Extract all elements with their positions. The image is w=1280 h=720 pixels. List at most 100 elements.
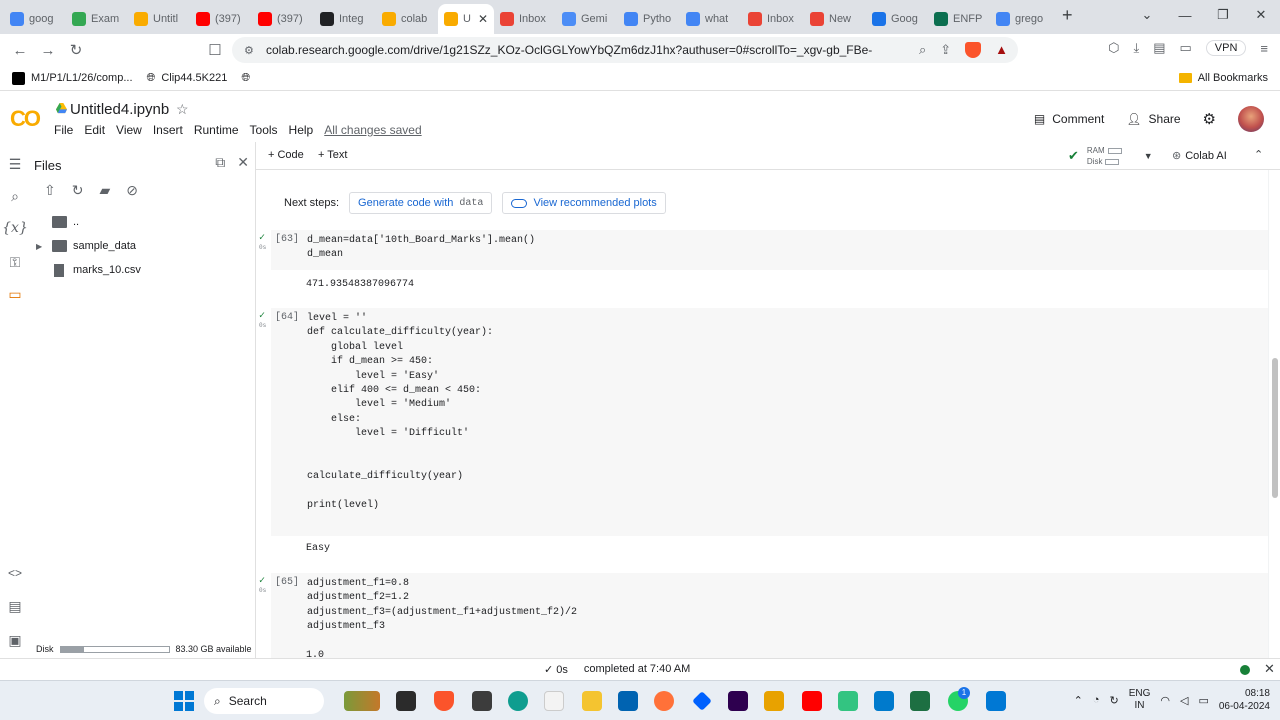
brave-rewards-icon[interactable]: ▲ bbox=[995, 42, 1008, 58]
brave-browser-icon[interactable] bbox=[434, 691, 454, 711]
file-tree-item-marks-csv[interactable]: marks_10.csv bbox=[30, 258, 256, 282]
file-tree-item-parent[interactable]: .. bbox=[30, 210, 256, 234]
avatar[interactable] bbox=[1238, 106, 1264, 132]
upload-file-icon[interactable]: ⇧ bbox=[44, 182, 56, 199]
add-code-button[interactable]: + Code bbox=[268, 149, 304, 161]
widgets-icon[interactable] bbox=[344, 691, 380, 711]
command-palette-icon[interactable]: ▤ bbox=[0, 598, 30, 615]
menu-file[interactable]: File bbox=[54, 123, 73, 137]
tray-app-icon[interactable]: ◔ bbox=[1093, 694, 1100, 706]
browser-tab[interactable]: New bbox=[804, 4, 866, 34]
maximize-button[interactable]: ❐ bbox=[1204, 7, 1242, 23]
terminal-icon[interactable]: ▣ bbox=[0, 632, 30, 649]
table-of-contents-icon[interactable]: ☰ bbox=[0, 156, 30, 173]
close-status-icon[interactable]: ✕ bbox=[1264, 661, 1275, 677]
menu-help[interactable]: Help bbox=[289, 123, 314, 137]
excel-icon[interactable] bbox=[910, 691, 930, 711]
menu-icon[interactable]: ≡ bbox=[1260, 41, 1268, 56]
windows-start-icon[interactable] bbox=[174, 691, 194, 711]
after-effects-icon[interactable] bbox=[728, 691, 748, 711]
firefox-icon[interactable] bbox=[654, 691, 674, 711]
browser-tab[interactable]: (397) bbox=[252, 4, 314, 34]
extensions-icon[interactable]: ⬡ bbox=[1108, 40, 1119, 56]
remote-desktop-icon[interactable] bbox=[986, 691, 1006, 711]
bookmark-item-2[interactable]: 🌐︎ Clip44.5K221 bbox=[147, 72, 228, 85]
volume-icon[interactable]: ◁ bbox=[1180, 694, 1188, 707]
zoom-search-icon[interactable]: ⌕ bbox=[919, 42, 926, 58]
run-status-check-icon[interactable]: ✓ 0s bbox=[259, 232, 266, 251]
brave-shields-icon[interactable] bbox=[965, 42, 982, 58]
colab-ai-button[interactable]: ⊛ Colab AI bbox=[1172, 149, 1227, 163]
colab-logo[interactable]: CO bbox=[10, 106, 41, 132]
browser-tab[interactable]: colab bbox=[376, 4, 438, 34]
menu-tools[interactable]: Tools bbox=[250, 123, 278, 137]
site-info-icon[interactable]: ⚙ bbox=[244, 44, 254, 57]
recommended-plots-button[interactable]: View recommended plots bbox=[502, 192, 666, 214]
code-cell-65[interactable]: ✓ 0s [65] adjustment_f1=0.8 adjustment_f2=… bbox=[259, 573, 1268, 658]
close-icon[interactable]: ✕ bbox=[237, 154, 249, 171]
browser-tab[interactable]: Untitl bbox=[128, 4, 190, 34]
collapse-chevron-icon[interactable]: ⌃ bbox=[1254, 148, 1263, 161]
code-snippets-icon[interactable]: <> bbox=[0, 566, 30, 580]
browser-tab[interactable]: Inbox bbox=[742, 4, 804, 34]
menu-view[interactable]: View bbox=[116, 123, 142, 137]
language-indicator[interactable]: ENG IN bbox=[1129, 688, 1151, 712]
add-text-button[interactable]: + Text bbox=[318, 149, 347, 161]
variables-icon[interactable]: {x} bbox=[0, 220, 30, 236]
star-icon[interactable]: ☆ bbox=[176, 101, 189, 118]
bookmark-item-1[interactable]: M1/P1/L1/26/comp... bbox=[12, 71, 133, 85]
share-page-icon[interactable]: ⇪ bbox=[940, 42, 951, 58]
vpn-button[interactable]: VPN bbox=[1205, 40, 1247, 56]
browser-tab[interactable]: what bbox=[680, 4, 742, 34]
share-button[interactable]: 👤︎ Share bbox=[1126, 112, 1180, 126]
browser-tab[interactable]: U ✕ bbox=[438, 4, 494, 34]
save-status-link[interactable]: All changes saved bbox=[324, 123, 421, 137]
browser-tab[interactable]: ENFP bbox=[928, 4, 990, 34]
wallet-icon[interactable]: ▭ bbox=[1179, 40, 1191, 56]
close-window-button[interactable]: ✕ bbox=[1242, 7, 1280, 23]
open-in-tab-icon[interactable]: ⧉ bbox=[215, 154, 225, 171]
browser-tab[interactable]: Gemi bbox=[556, 4, 618, 34]
new-tab-button[interactable]: + bbox=[1062, 5, 1073, 26]
terminal-app-icon[interactable] bbox=[472, 691, 492, 711]
mount-drive-icon[interactable]: ▰ bbox=[99, 182, 110, 199]
drive-icon[interactable] bbox=[56, 103, 67, 114]
calculator-icon[interactable] bbox=[838, 691, 858, 711]
cell-code[interactable]: adjustment_f1=0.8 adjustment_f2=1.2 adjust… bbox=[307, 577, 577, 635]
tray-chevron-icon[interactable]: ⌃ bbox=[1074, 694, 1083, 707]
browser-tab[interactable]: Integ bbox=[314, 4, 376, 34]
url-input[interactable]: ⚙ colab.research.google.com/drive/1g21SZ… bbox=[232, 37, 1018, 63]
youtube-app-icon[interactable] bbox=[802, 691, 822, 711]
secrets-key-icon[interactable]: ⚿ bbox=[0, 254, 30, 271]
forward-button[interactable]: → bbox=[34, 42, 62, 59]
code-cell-63[interactable]: ✓ 0s [63] d_mean=data['10th_Board_Marks']… bbox=[259, 230, 1268, 270]
browser-tab[interactable]: Exam bbox=[66, 4, 128, 34]
task-view-icon[interactable] bbox=[396, 691, 416, 711]
runtime-dropdown-icon[interactable]: ▼ bbox=[1144, 151, 1153, 161]
files-folder-icon[interactable]: ▭ bbox=[0, 286, 30, 303]
all-bookmarks-button[interactable]: All Bookmarks bbox=[1178, 72, 1268, 84]
cell-code[interactable]: d_mean=data['10th_Board_Marks'].mean() d_… bbox=[307, 234, 535, 263]
tab-search-icon[interactable]: ⌄ bbox=[1128, 7, 1166, 23]
expand-chevron-icon[interactable]: ▶ bbox=[36, 242, 52, 251]
browser-tab[interactable]: Inbox bbox=[494, 4, 556, 34]
runtime-resources[interactable]: ✔ RAM Disk ▼ bbox=[1068, 146, 1153, 166]
hide-files-icon[interactable]: ⊘ bbox=[126, 182, 138, 199]
notebook-scrollbar[interactable] bbox=[1268, 170, 1280, 658]
browser-tab[interactable]: goog bbox=[4, 4, 66, 34]
browser-tab[interactable]: grego bbox=[990, 4, 1052, 34]
wifi-icon[interactable]: ◠ bbox=[1160, 694, 1170, 707]
sidebar-icon[interactable]: ▤ bbox=[1153, 40, 1165, 56]
scrollbar-thumb[interactable] bbox=[1272, 358, 1278, 498]
browser-tab[interactable]: Goog bbox=[866, 4, 928, 34]
store-icon[interactable] bbox=[618, 691, 638, 711]
back-button[interactable]: ← bbox=[6, 42, 34, 59]
generate-code-button[interactable]: Generate code with data bbox=[349, 192, 493, 214]
settings-gear-icon[interactable]: ⚙ bbox=[1203, 110, 1216, 128]
cell-code[interactable]: level = '' def calculate_difficulty(year)… bbox=[307, 312, 493, 514]
browser-tab[interactable]: Pytho bbox=[618, 4, 680, 34]
menu-runtime[interactable]: Runtime bbox=[194, 123, 239, 137]
comment-button[interactable]: ▤ Comment bbox=[1034, 112, 1104, 126]
clock[interactable]: 08:18 06-04-2024 bbox=[1219, 687, 1270, 713]
amazon-icon[interactable] bbox=[544, 691, 564, 711]
